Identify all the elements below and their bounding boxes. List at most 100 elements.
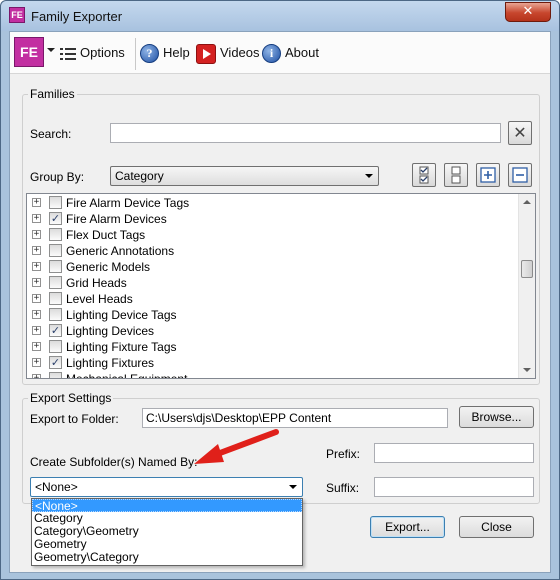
group-by-select[interactable]: Category [110,166,379,186]
tree-checkbox[interactable] [49,244,62,257]
check-all-icon [419,166,429,184]
families-group-label: Families [28,87,77,101]
tree-row[interactable]: + ✓ Lighting Fixtures [27,355,517,371]
expand-icon[interactable]: + [32,198,41,207]
tree-row[interactable]: + Lighting Device Tags [27,307,517,323]
tree-checkbox[interactable] [49,196,62,209]
about-button[interactable]: i About [262,41,319,65]
tree-checkbox[interactable] [49,260,62,273]
videos-button[interactable]: Videos [196,41,260,65]
clear-search-button[interactable]: ✕ [508,121,532,145]
tree-row[interactable]: + Fire Alarm Device Tags [27,195,517,211]
options-label: Options [80,45,125,60]
tree-checkbox[interactable]: ✓ [49,356,62,369]
tree-label: Mechanical Equipment [66,372,188,379]
tree-row[interactable]: + Lighting Fixture Tags [27,339,517,355]
info-icon: i [262,44,281,64]
toolbar-separator [135,38,136,70]
expand-icon[interactable]: + [32,358,41,367]
expand-all-icon [480,167,496,183]
group-by-value: Category [115,169,164,183]
expand-icon[interactable]: + [32,342,41,351]
uncheck-all-button[interactable] [444,163,468,187]
scroll-up-icon[interactable] [523,200,531,204]
family-exporter-window: FE Family Exporter ✕ FE Options ? Help Vi… [0,0,560,580]
tree-row[interactable]: + Grid Heads [27,275,517,291]
dropdown-option[interactable]: Geometry\Category [32,551,302,564]
close-button[interactable]: Close [459,516,534,538]
tree-row[interactable]: + ✓ Fire Alarm Devices [27,211,517,227]
expand-icon[interactable]: + [32,374,41,378]
expand-icon[interactable]: + [32,326,41,335]
suffix-input[interactable] [374,477,534,497]
tree-row[interactable]: + Flex Duct Tags [27,227,517,243]
tree-row[interactable]: + Mechanical Equipment [27,371,517,379]
chevron-down-icon [289,485,297,489]
search-input[interactable] [110,123,501,143]
expand-icon[interactable]: + [32,262,41,271]
tree-checkbox[interactable] [49,340,62,353]
tree-row[interactable]: + Generic Annotations [27,243,517,259]
help-label: Help [163,45,190,60]
export-button[interactable]: Export... [370,516,445,538]
tree-label: Lighting Device Tags [66,308,177,322]
tree-label: Fire Alarm Device Tags [66,196,190,210]
tree-checkbox[interactable] [49,308,62,321]
tree-label: Level Heads [66,292,133,306]
window-close-button[interactable]: ✕ [505,2,551,22]
tree-row[interactable]: + Level Heads [27,291,517,307]
title-bar[interactable]: FE Family Exporter ✕ [1,1,559,31]
tree-checkbox[interactable] [49,372,62,378]
video-play-icon [196,43,216,64]
export-folder-label: Export to Folder: [30,412,119,426]
tree-label: Lighting Fixture Tags [66,340,177,354]
tree-label: Lighting Devices [66,324,155,338]
fe-logo-button[interactable]: FE [14,37,44,67]
prefix-input[interactable] [374,443,534,463]
expand-all-button[interactable] [476,163,500,187]
tree-checkbox[interactable] [49,228,62,241]
browse-button[interactable]: Browse... [459,406,534,428]
collapse-all-button[interactable] [508,163,532,187]
chevron-down-icon [365,174,373,178]
about-label: About [285,45,319,60]
expand-icon[interactable]: + [32,214,41,223]
tree-checkbox[interactable] [49,276,62,289]
expand-icon[interactable]: + [32,230,41,239]
tree-label: Generic Models [66,260,151,274]
subfolder-value: <None> [35,480,78,494]
scroll-thumb[interactable] [521,260,533,278]
tree-checkbox[interactable]: ✓ [49,212,62,225]
logo-dropdown-arrow-icon[interactable] [47,48,55,52]
toolbar: FE Options ? Help Videos i About [10,32,550,74]
tree-checkbox[interactable]: ✓ [49,324,62,337]
tree-row[interactable]: + ✓ Lighting Devices [27,323,517,339]
tree-vertical-scrollbar[interactable] [518,194,535,378]
expand-icon[interactable]: + [32,246,41,255]
subfolder-label: Create Subfolder(s) Named By: [30,455,198,469]
expand-icon[interactable]: + [32,310,41,319]
tree-checkbox[interactable] [49,292,62,305]
families-tree[interactable]: + Fire Alarm Device Tags + ✓ Fire Alarm Devi… [26,193,536,379]
expand-icon[interactable]: + [32,294,41,303]
expand-icon[interactable]: + [32,278,41,287]
export-settings-label: Export Settings [28,391,114,405]
prefix-label: Prefix: [326,447,361,461]
check-all-button[interactable] [412,163,436,187]
subfolder-dropdown-list[interactable]: <None> Category Category\Geometry Geomet… [31,498,303,566]
options-button[interactable]: Options [60,41,125,65]
suffix-label: Suffix: [326,481,360,495]
list-icon [60,47,76,61]
help-button[interactable]: ? Help [140,41,190,65]
tree-row[interactable]: + Generic Models [27,259,517,275]
tree-label: Grid Heads [66,276,127,290]
tree-label: Lighting Fixtures [66,356,155,370]
scroll-down-icon[interactable] [523,368,531,372]
tree-label: Generic Annotations [66,244,175,258]
app-icon: FE [9,7,25,23]
subfolder-select[interactable]: <None> [30,477,303,497]
close-icon: ✕ [513,123,527,142]
help-icon: ? [140,44,159,64]
window-title: Family Exporter [31,9,123,24]
group-by-label: Group By: [30,170,85,184]
